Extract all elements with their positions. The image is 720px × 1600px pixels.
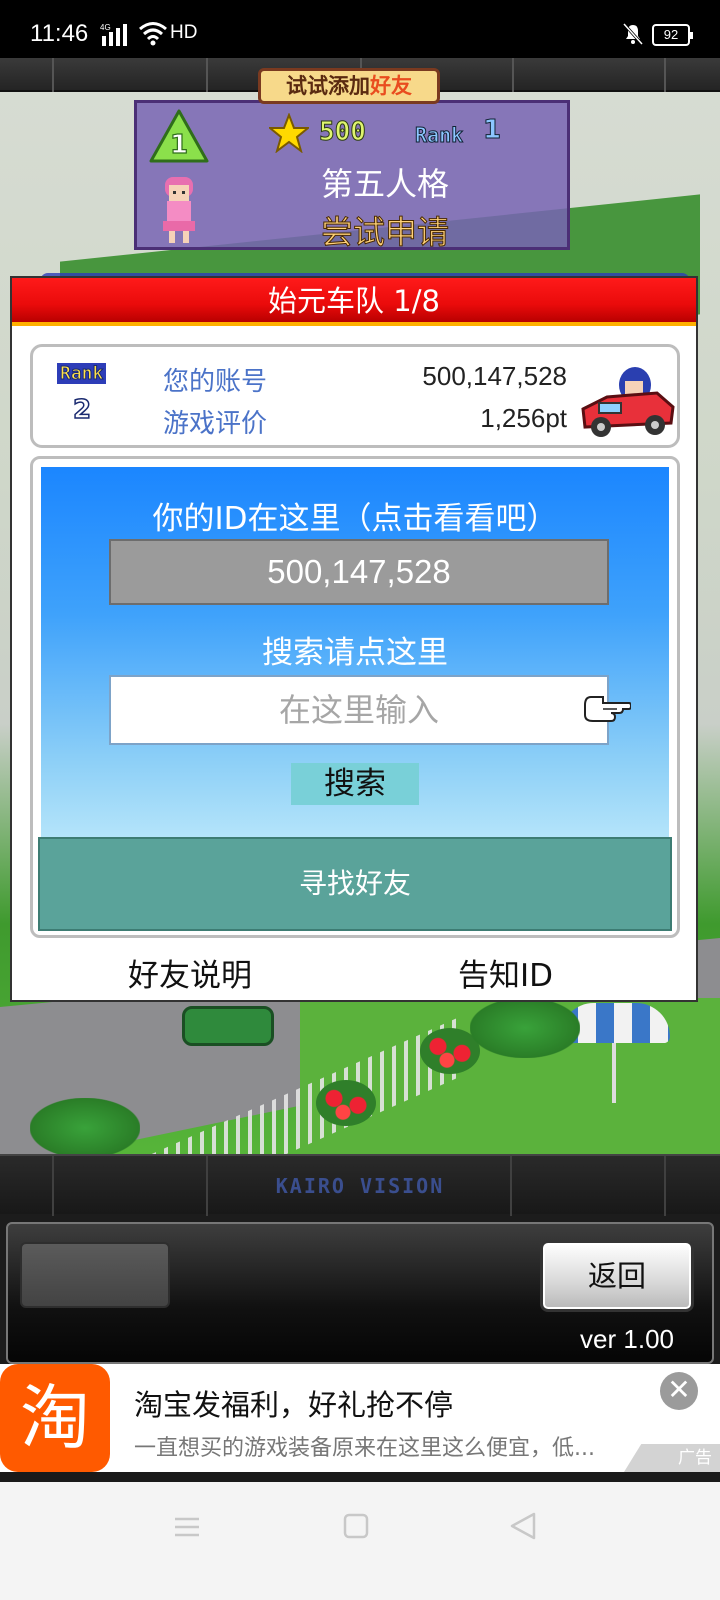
mute-bell-icon — [622, 22, 644, 46]
recents-menu-icon[interactable] — [172, 1512, 202, 1542]
publisher-strip: KAIRO VISION — [0, 1154, 720, 1216]
network-type: HD — [170, 22, 198, 43]
ad-banner[interactable]: 淘 淘宝发福利，好礼抢不停 一直想买的游戏装备原来在这里这么便宜，低... ✕ … — [0, 1364, 720, 1472]
try-add-friend-tag: 试试添加好友 — [258, 68, 440, 104]
version-label: ver 1.00 — [580, 1324, 674, 1354]
status-time: 11:46 — [30, 20, 89, 47]
level-badge-icon: 1 — [149, 109, 209, 163]
back-triangle-icon[interactable] — [508, 1510, 538, 1542]
rating-label: 游戏评价 — [163, 409, 268, 439]
share-id-link[interactable]: 告知ID — [458, 950, 553, 995]
search-button[interactable]: 搜索 — [291, 763, 419, 805]
account-value: 500,147,528 — [422, 361, 567, 391]
promo-player-name: 第五人格 — [320, 165, 449, 203]
apply-friend-button[interactable]: 尝试申请 — [305, 207, 465, 253]
wifi-icon — [139, 22, 167, 46]
player-avatar — [163, 177, 195, 243]
ad-label-badge: 广告 — [624, 1444, 720, 1472]
left-blank-button[interactable] — [20, 1242, 170, 1308]
svg-text:1: 1 — [170, 130, 188, 160]
team-friend-panel: 始元车队 1/8 Rank 2 您的账号 游戏评价 500,147,528 1,… — [10, 276, 698, 1002]
search-caption: 搜索请点这里 — [262, 635, 448, 671]
promo-points: 500 — [319, 117, 367, 148]
scene-palm-tree — [470, 998, 580, 1058]
scene-flowers — [316, 1080, 376, 1126]
promo-rank-label: Rank — [414, 123, 464, 148]
find-friends-button[interactable]: 寻找好友 — [38, 837, 672, 931]
rank-label: Rank — [57, 363, 107, 385]
status-bar: 11:46 4G HD 92 — [0, 0, 720, 58]
friend-id-search-input[interactable] — [109, 675, 609, 745]
promo-tag-highlight: 好友 — [370, 74, 412, 98]
your-id-caption: 你的ID在这里（点击看看吧） — [152, 501, 558, 537]
scene-umbrella-pole — [612, 1043, 616, 1103]
battery-indicator: 92 — [652, 24, 693, 46]
friend-search-section: 你的ID在这里（点击看看吧） 500,147,528 搜索请点这里 搜索 寻找好… — [30, 456, 680, 938]
ad-title: 淘宝发福利，好礼抢不停 — [134, 1388, 454, 1422]
friend-help-link[interactable]: 好友说明 — [128, 950, 252, 995]
divider — [0, 1472, 720, 1482]
game-control-bar: 返回 ver 1.00 — [6, 1222, 714, 1364]
promo-rank-value: 1 — [482, 115, 502, 146]
back-button[interactable]: 返回 — [540, 1240, 694, 1312]
home-square-icon[interactable] — [342, 1512, 370, 1540]
pointing-hand-icon — [584, 696, 631, 722]
account-label: 您的账号 — [163, 367, 268, 397]
your-id-display[interactable]: 500,147,528 — [109, 539, 609, 605]
id-search-area: 你的ID在这里（点击看看吧） 500,147,528 搜索请点这里 搜索 — [41, 467, 669, 837]
scene-palm-tree — [30, 1098, 140, 1158]
red-car-icon — [581, 367, 675, 437]
rank-value: 2 — [72, 394, 92, 426]
taobao-logo-icon: 淘 — [0, 1364, 110, 1472]
system-navigation-bar — [0, 1482, 720, 1600]
friend-suggestion-card[interactable]: 1 500 Rank 1 第五人格 尝试申请 — [134, 100, 570, 253]
ad-close-icon[interactable]: ✕ — [660, 1372, 698, 1410]
signal-icon: 4G — [100, 23, 127, 46]
rating-value: 1,256pt — [480, 403, 567, 433]
ad-description: 一直想买的游戏装备原来在这里这么便宜，低... — [134, 1436, 595, 1461]
star-icon — [269, 113, 309, 153]
account-info-card: Rank 2 您的账号 游戏评价 500,147,528 1,256pt — [30, 344, 680, 448]
scene-green-car — [182, 1006, 274, 1046]
kairo-vision-logo: KAIRO VISION — [275, 1174, 445, 1198]
promo-tag-prefix: 试试添加 — [286, 74, 370, 98]
panel-title: 始元车队 1/8 — [12, 278, 696, 326]
svg-text:4G: 4G — [100, 23, 111, 32]
